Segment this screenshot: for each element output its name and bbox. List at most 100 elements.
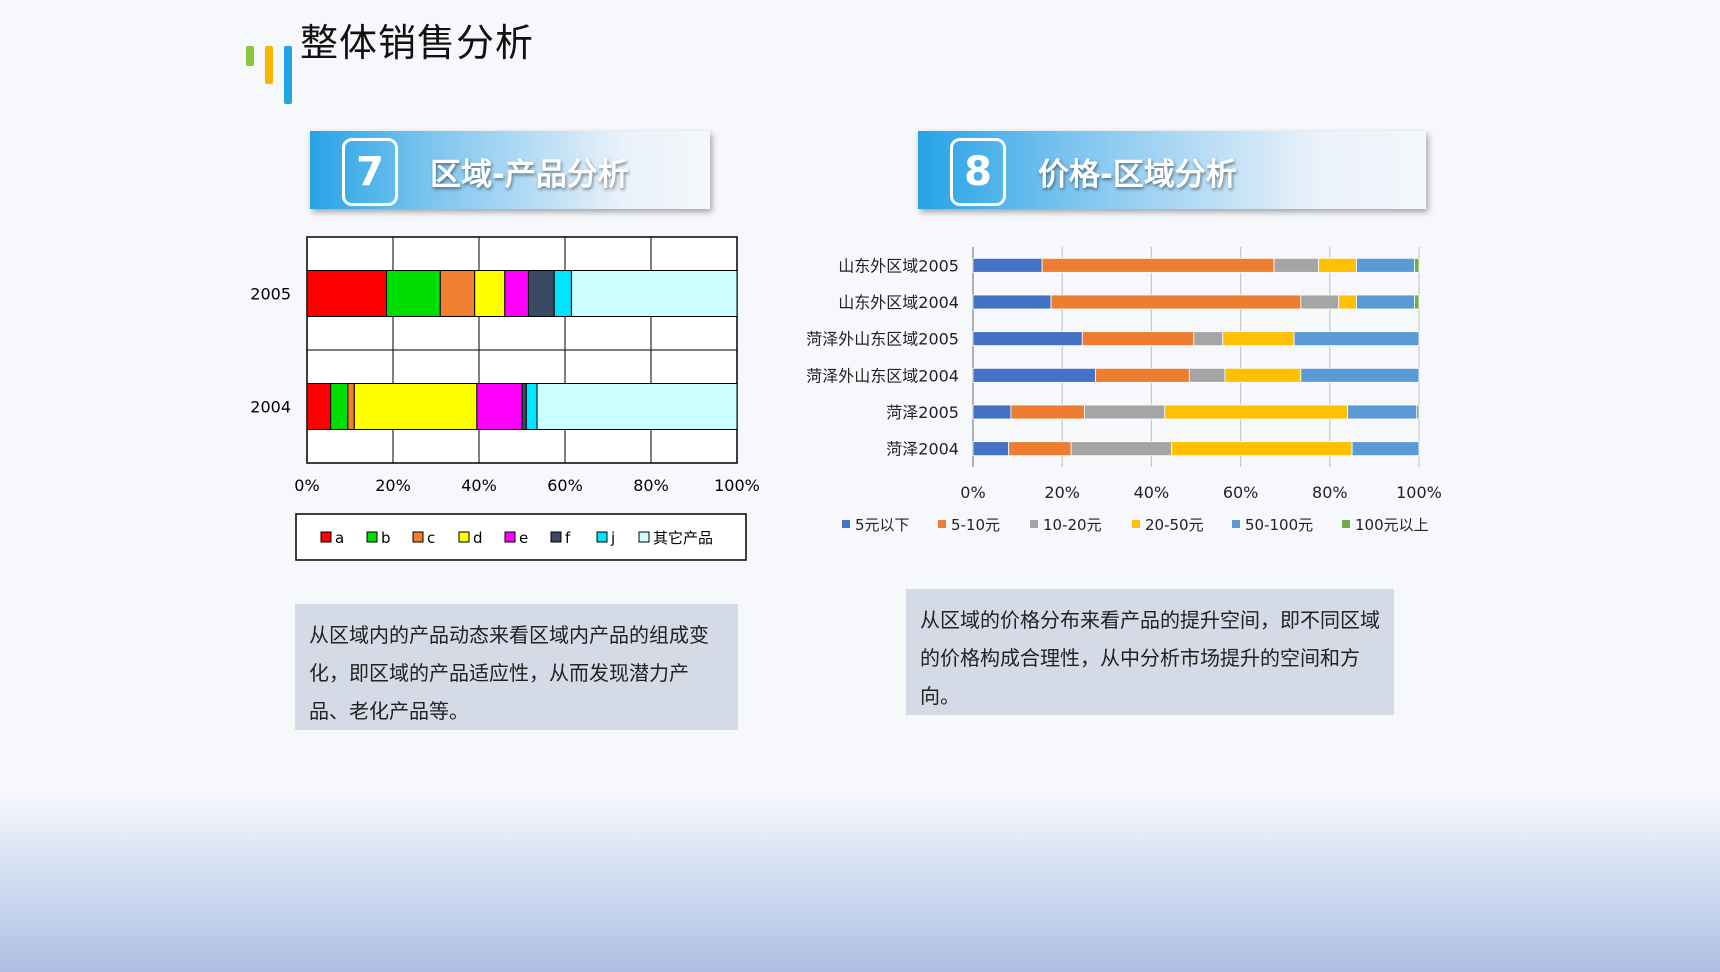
bar-segment [1414, 257, 1420, 273]
legend-label: b [381, 529, 391, 547]
bar-segment [353, 383, 478, 430]
x-tick-label: 100% [1396, 483, 1442, 502]
legend-swatch [1132, 520, 1140, 528]
legend-swatch [842, 520, 850, 528]
bar-segment [476, 383, 523, 430]
bar-segment [1300, 294, 1340, 310]
bar-segment [972, 294, 1052, 310]
bar-segment [972, 257, 1043, 273]
x-tick-label: 0% [294, 476, 319, 495]
bar-segment [972, 331, 1083, 347]
bar-segment [1356, 257, 1415, 273]
category-label: 菏泽2005 [886, 403, 959, 422]
bar-segment [306, 383, 332, 430]
x-tick-label: 20% [375, 476, 411, 495]
bar-segment [521, 383, 527, 430]
legend-swatch [596, 531, 608, 543]
price-region-chart: 山东外区域2005 山东外区域2004 菏泽外山东区域2005 菏泽外山东区域2004… [806, 247, 1442, 534]
legend-label: 其它产品 [653, 529, 713, 547]
legend-label: e [519, 529, 528, 547]
legend-swatch [320, 531, 332, 543]
bar-segment [525, 383, 538, 430]
bar-segment [1081, 331, 1195, 347]
legend-label: j [610, 529, 615, 547]
legend-swatch [412, 531, 424, 543]
category-label: 2005 [250, 285, 291, 304]
bar-segment [553, 270, 572, 317]
bar-segment [1010, 404, 1085, 420]
bar-segment [439, 270, 476, 317]
bar-segment [1416, 404, 1420, 420]
title-deco-bar-yellow [265, 46, 273, 84]
legend-label: 10-20元 [1043, 516, 1102, 534]
section-title-8: 价格-区域分析 [1038, 157, 1237, 193]
x-tick-label: 40% [1134, 483, 1170, 502]
bar-segment [1293, 331, 1420, 347]
category-label: 山东外区域2004 [838, 293, 959, 312]
bar-segment [504, 270, 529, 317]
bar-segment [1084, 404, 1166, 420]
bar-segment [1338, 294, 1357, 310]
legend-swatch [638, 531, 650, 543]
bar-segment [1171, 441, 1353, 457]
bar-segment [527, 270, 555, 317]
description-region-product: 从区域内的产品动态来看区域内产品的组成变化，即区域的产品适应性，从而发现潜力产品… [295, 604, 738, 730]
title-deco-bar-blue [284, 46, 292, 104]
background-band [0, 792, 1720, 972]
bar-segment [1356, 294, 1415, 310]
section-header-7: 7 区域-产品分析 [310, 131, 710, 209]
bar-segment [1095, 367, 1190, 383]
legend-label: a [335, 529, 344, 547]
bar-segment [1222, 331, 1295, 347]
legend-label: 5元以下 [855, 516, 910, 534]
bar-segment [330, 383, 349, 430]
legend-label: d [473, 529, 483, 547]
section-header-8: 8 价格-区域分析 [918, 131, 1426, 209]
bar-segment [1351, 441, 1420, 457]
x-tick-label: 0% [960, 483, 985, 502]
legend-label: c [427, 529, 435, 547]
x-tick-label: 60% [1223, 483, 1259, 502]
region-product-chart: 2005 2004 0% 20% 40% 60% 80% 100% a b c d e f j 其它产品 [250, 236, 760, 561]
bar-segment [1273, 257, 1320, 273]
category-label: 菏泽2004 [886, 440, 959, 459]
title-deco-bar-green [246, 46, 254, 66]
bar-segment [972, 441, 1010, 457]
x-tick-label: 100% [714, 476, 760, 495]
legend-swatch [1030, 520, 1038, 528]
bar-segment [1041, 257, 1275, 273]
bar-segment [306, 270, 388, 317]
bar-segment [1070, 441, 1172, 457]
legend-swatch [1342, 520, 1350, 528]
legend-label: 100元以上 [1355, 516, 1429, 534]
bar-segment [1318, 257, 1357, 273]
legend-swatch [504, 531, 516, 543]
legend-swatch [458, 531, 470, 543]
legend-label: 20-50元 [1145, 516, 1204, 534]
bar-segment [1300, 367, 1420, 383]
legend-swatch [550, 531, 562, 543]
section-title-7: 区域-产品分析 [430, 157, 629, 193]
bar-segment [1414, 294, 1420, 310]
description-price-region: 从区域的价格分布来看产品的提升空间，即不同区域的价格构成合理性，从中分析市场提升… [906, 589, 1394, 715]
bar-segment [1193, 331, 1224, 347]
page-title: 整体销售分析 [300, 21, 535, 65]
section-number-7: 7 [342, 138, 398, 206]
bar-segment [1347, 404, 1418, 420]
legend-label: 5-10元 [951, 516, 1000, 534]
bar-segment [1164, 404, 1349, 420]
legend-label: 50-100元 [1245, 516, 1313, 534]
section-number-8: 8 [950, 138, 1006, 206]
legend-swatch [366, 531, 378, 543]
x-tick-label: 40% [461, 476, 497, 495]
legend-swatch [1232, 520, 1240, 528]
x-tick-label: 80% [1312, 483, 1348, 502]
bar-segment [1008, 441, 1072, 457]
x-tick-label: 60% [547, 476, 583, 495]
bar-segment [347, 383, 355, 430]
legend-swatch [938, 520, 946, 528]
category-label: 山东外区域2005 [838, 256, 959, 275]
category-label: 菏泽外山东区域2004 [806, 366, 959, 385]
bar-segment [1224, 367, 1302, 383]
legend-label: f [565, 529, 571, 547]
